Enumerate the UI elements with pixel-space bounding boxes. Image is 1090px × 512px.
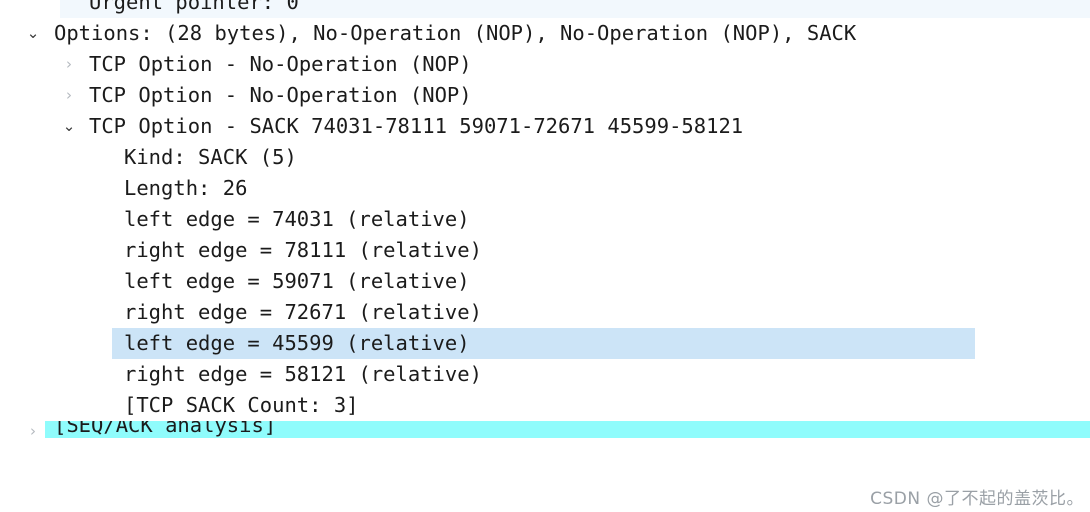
packet-detail-tree[interactable]: Urgent pointer: 0 ⌄ Options: (28 bytes),… — [0, 0, 1090, 451]
tree-row-sack-right-edge-3[interactable]: right edge = 58121 (relative) — [0, 359, 1090, 390]
tree-row-sack-left-edge-1[interactable]: left edge = 74031 (relative) — [0, 204, 1090, 235]
tree-row-label: left edge = 74031 (relative) — [124, 207, 470, 231]
tree-row-label: TCP Option - No-Operation (NOP) — [89, 83, 472, 107]
tree-row-sack-left-edge-2[interactable]: left edge = 59071 (relative) — [0, 266, 1090, 297]
tree-row-label: right edge = 72671 (relative) — [124, 300, 482, 324]
packet-details-pane: Urgent pointer: 0 ⌄ Options: (28 bytes),… — [0, 0, 1090, 512]
tree-row-tcp-option-sack[interactable]: ⌄ TCP Option - SACK 74031-78111 59071-72… — [0, 111, 1090, 142]
tree-row-tcp-option-nop-1[interactable]: › TCP Option - No-Operation (NOP) — [0, 49, 1090, 80]
tree-row-sack-right-edge-2[interactable]: right edge = 72671 (relative) — [0, 297, 1090, 328]
tree-row-sack-left-edge-3[interactable]: left edge = 45599 (relative) — [0, 328, 1090, 359]
chevron-right-icon[interactable]: › — [24, 421, 42, 447]
tree-row-urgent-pointer[interactable]: Urgent pointer: 0 — [0, 0, 1090, 18]
tree-row-label: right edge = 58121 (relative) — [124, 362, 482, 386]
tree-row-seq-ack-analysis[interactable]: › [SEQ/ACK analysis] — [0, 421, 1090, 451]
tree-row-label: Urgent pointer: 0 — [89, 0, 299, 14]
tree-row-label: TCP Option - No-Operation (NOP) — [89, 52, 472, 76]
tree-row-label: right edge = 78111 (relative) — [124, 238, 482, 262]
tree-row-label: Kind: SACK (5) — [124, 145, 297, 169]
tree-row-label: [SEQ/ACK analysis] — [54, 421, 277, 437]
chevron-down-icon[interactable]: ⌄ — [60, 111, 78, 142]
tree-row-sack-length[interactable]: Length: 26 — [0, 173, 1090, 204]
tree-row-label: Options: (28 bytes), No-Operation (NOP),… — [54, 21, 857, 45]
tree-row-label: Length: 26 — [124, 176, 248, 200]
tree-row-sack-right-edge-1[interactable]: right edge = 78111 (relative) — [0, 235, 1090, 266]
chevron-down-icon[interactable]: ⌄ — [24, 18, 42, 49]
watermark-text: CSDN @了不起的盖茨比。 — [870, 489, 1084, 509]
tree-row-tcp-sack-count[interactable]: [TCP SACK Count: 3] — [0, 390, 1090, 421]
tree-row-sack-kind[interactable]: Kind: SACK (5) — [0, 142, 1090, 173]
tree-row-tcp-option-nop-2[interactable]: › TCP Option - No-Operation (NOP) — [0, 80, 1090, 111]
tree-row-tcp-options[interactable]: ⌄ Options: (28 bytes), No-Operation (NOP… — [0, 18, 1090, 49]
tree-row-label: TCP Option - SACK 74031-78111 59071-7267… — [89, 114, 744, 138]
chevron-right-icon[interactable]: › — [60, 80, 78, 111]
chevron-right-icon[interactable]: › — [60, 49, 78, 80]
tree-row-label: left edge = 45599 (relative) — [124, 331, 470, 355]
tree-row-label: [TCP SACK Count: 3] — [124, 393, 359, 417]
tree-row-label: left edge = 59071 (relative) — [124, 269, 470, 293]
